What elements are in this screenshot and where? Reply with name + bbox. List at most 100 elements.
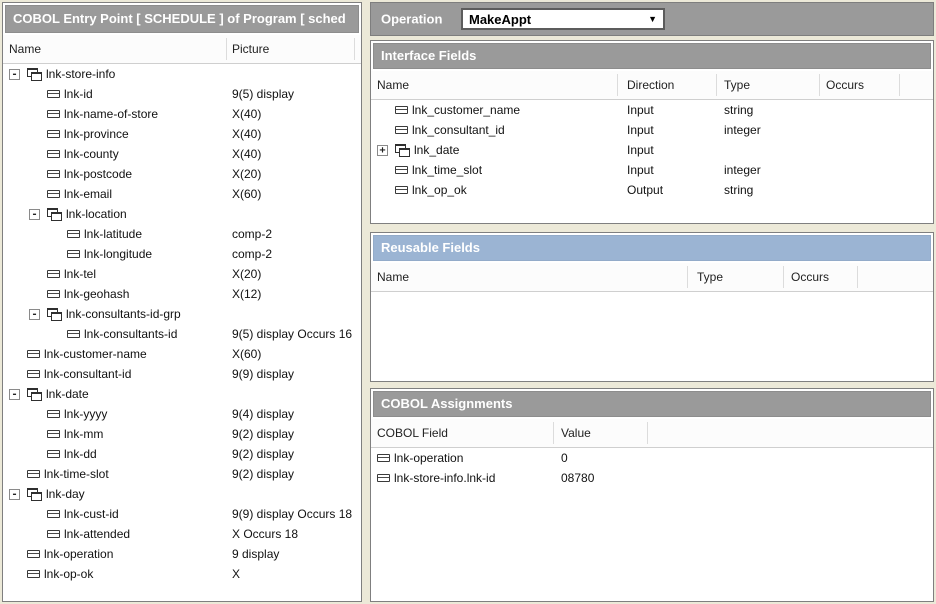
group-item-icon bbox=[27, 68, 43, 81]
assignment-row[interactable]: lnk-operation0 bbox=[371, 448, 933, 468]
field-name: lnk-op-ok bbox=[44, 567, 93, 581]
field-name: lnk-yyyy bbox=[64, 407, 107, 421]
expander-slot: - bbox=[29, 309, 47, 320]
element-item-icon bbox=[47, 410, 60, 418]
field-picture: X Occurs 18 bbox=[232, 527, 298, 541]
element-item-icon bbox=[395, 186, 408, 194]
column-separator bbox=[819, 74, 820, 96]
tree-row[interactable]: lnk-dd9(2) display bbox=[3, 444, 361, 464]
element-item-icon bbox=[377, 454, 390, 462]
field-name: lnk-county bbox=[64, 147, 119, 161]
element-item-icon bbox=[47, 130, 60, 138]
field-direction: Input bbox=[627, 103, 654, 117]
tree-row[interactable]: lnk-mm9(2) display bbox=[3, 424, 361, 444]
operation-label: Operation bbox=[381, 12, 442, 27]
column-separator bbox=[783, 266, 784, 288]
field-picture: X(20) bbox=[232, 167, 261, 181]
column-separator bbox=[687, 266, 688, 288]
tree-row[interactable]: -lnk-location bbox=[3, 204, 361, 224]
entry-point-table-header: Name Picture bbox=[3, 35, 361, 64]
cobol-assignments-table: lnk-operation0lnk-store-info.lnk-id08780 bbox=[371, 448, 933, 488]
expand-expander-icon[interactable]: + bbox=[377, 145, 388, 156]
field-name: lnk-consultant-id bbox=[44, 367, 131, 381]
tree-row[interactable]: lnk-provinceX(40) bbox=[3, 124, 361, 144]
cobol-assignments-header: COBOL Assignments bbox=[373, 391, 931, 417]
operation-bar: Operation MakeAppt ▼ bbox=[370, 2, 934, 36]
expander-slot: - bbox=[29, 209, 47, 220]
tree-row[interactable]: lnk-postcode X(20) bbox=[3, 164, 361, 184]
field-name: lnk-postcode bbox=[64, 167, 132, 181]
tree-row[interactable]: lnk-operation9 display bbox=[3, 544, 361, 564]
element-item-icon bbox=[377, 474, 390, 482]
tree-row[interactable]: lnk-name-of-storeX(40) bbox=[3, 104, 361, 124]
field-name: lnk-email bbox=[64, 187, 112, 201]
field-picture: X(12) bbox=[232, 287, 261, 301]
expander-slot: - bbox=[9, 489, 27, 500]
tree-row[interactable]: lnk-longitudecomp-2 bbox=[3, 244, 361, 264]
interface-field-row[interactable]: lnk_consultant_idInputinteger bbox=[371, 120, 933, 140]
column-separator bbox=[716, 74, 717, 96]
interface-field-row[interactable]: lnk_time_slotInputinteger bbox=[371, 160, 933, 180]
field-name: lnk_date bbox=[414, 143, 459, 157]
interface-field-row[interactable]: lnk_customer_name Input string bbox=[371, 100, 933, 120]
field-type: integer bbox=[724, 123, 761, 137]
tree-row[interactable]: lnk-yyyy9(4) display bbox=[3, 404, 361, 424]
tree-row[interactable]: lnk-emailX(60) bbox=[3, 184, 361, 204]
tree-row[interactable]: - lnk-day bbox=[3, 484, 361, 504]
column-separator bbox=[857, 266, 858, 288]
collapse-expander-icon[interactable]: - bbox=[9, 389, 20, 400]
tree-row[interactable]: -lnk-store-info bbox=[3, 64, 361, 84]
column-header-name: Name bbox=[377, 78, 409, 92]
interface-field-row[interactable]: lnk_op_okOutputstring bbox=[371, 180, 933, 200]
tree-row[interactable]: lnk-op-ok X bbox=[3, 564, 361, 584]
field-picture: X bbox=[232, 567, 240, 581]
element-item-icon bbox=[47, 450, 60, 458]
assignment-field: lnk-store-info.lnk-id bbox=[394, 471, 495, 485]
field-name: lnk_customer_name bbox=[412, 103, 520, 117]
group-item-icon bbox=[395, 144, 411, 157]
collapse-expander-icon[interactable]: - bbox=[9, 489, 20, 500]
collapse-expander-icon[interactable]: - bbox=[9, 69, 20, 80]
tree-row[interactable]: lnk-geohashX(12) bbox=[3, 284, 361, 304]
tree-row[interactable]: -lnk-consultants-id-grp bbox=[3, 304, 361, 324]
interface-field-row[interactable]: +lnk_dateInput bbox=[371, 140, 933, 160]
tree-row[interactable]: lnk-time-slot9(2) display bbox=[3, 464, 361, 484]
tree-row[interactable]: lnk-id9(5) display bbox=[3, 84, 361, 104]
column-header-type: Type bbox=[724, 78, 750, 92]
operation-selected-value: MakeAppt bbox=[469, 12, 531, 27]
operation-dropdown[interactable]: MakeAppt ▼ bbox=[461, 8, 665, 30]
assignment-value: 0 bbox=[561, 451, 568, 465]
element-item-icon bbox=[47, 290, 60, 298]
element-item-icon bbox=[47, 270, 60, 278]
tree-row[interactable]: -lnk-date bbox=[3, 384, 361, 404]
column-header-type: Type bbox=[697, 270, 723, 284]
dropdown-arrow-icon[interactable]: ▼ bbox=[648, 14, 657, 24]
field-name: lnk-day bbox=[46, 487, 85, 501]
field-direction: Input bbox=[627, 163, 654, 177]
assignment-row[interactable]: lnk-store-info.lnk-id08780 bbox=[371, 468, 933, 488]
column-header-direction: Direction bbox=[627, 78, 674, 92]
column-header-value: Value bbox=[561, 426, 591, 440]
field-name: lnk-name-of-store bbox=[64, 107, 158, 121]
column-header-occurs: Occurs bbox=[791, 270, 829, 284]
tree-row[interactable]: lnk-latitudecomp-2 bbox=[3, 224, 361, 244]
collapse-expander-icon[interactable]: - bbox=[29, 209, 40, 220]
tree-row[interactable]: lnk-consultants-id9(5) display Occurs 16 bbox=[3, 324, 361, 344]
field-name: lnk_consultant_id bbox=[412, 123, 505, 137]
column-separator bbox=[226, 38, 227, 60]
reusable-fields-group: Reusable Fields Name Type Occurs bbox=[370, 232, 934, 382]
field-picture: comp-2 bbox=[232, 227, 272, 241]
field-type: string bbox=[724, 103, 753, 117]
tree-row[interactable]: lnk-cust-id9(9) display Occurs 18 bbox=[3, 504, 361, 524]
tree-row[interactable]: lnk-consultant-id9(9) display bbox=[3, 364, 361, 384]
tree-row[interactable]: lnk-attendedX Occurs 18 bbox=[3, 524, 361, 544]
field-picture: X(40) bbox=[232, 127, 261, 141]
tree-row[interactable]: lnk-countyX(40) bbox=[3, 144, 361, 164]
column-header-cobol-field: COBOL Field bbox=[377, 426, 448, 440]
tree-row[interactable]: lnk-customer-nameX(60) bbox=[3, 344, 361, 364]
column-header-name: Name bbox=[9, 42, 41, 56]
element-item-icon bbox=[47, 90, 60, 98]
tree-row[interactable]: lnk-telX(20) bbox=[3, 264, 361, 284]
collapse-expander-icon[interactable]: - bbox=[29, 309, 40, 320]
interface-mapper-window: COBOL Entry Point [ SCHEDULE ] of Progra… bbox=[0, 0, 936, 604]
